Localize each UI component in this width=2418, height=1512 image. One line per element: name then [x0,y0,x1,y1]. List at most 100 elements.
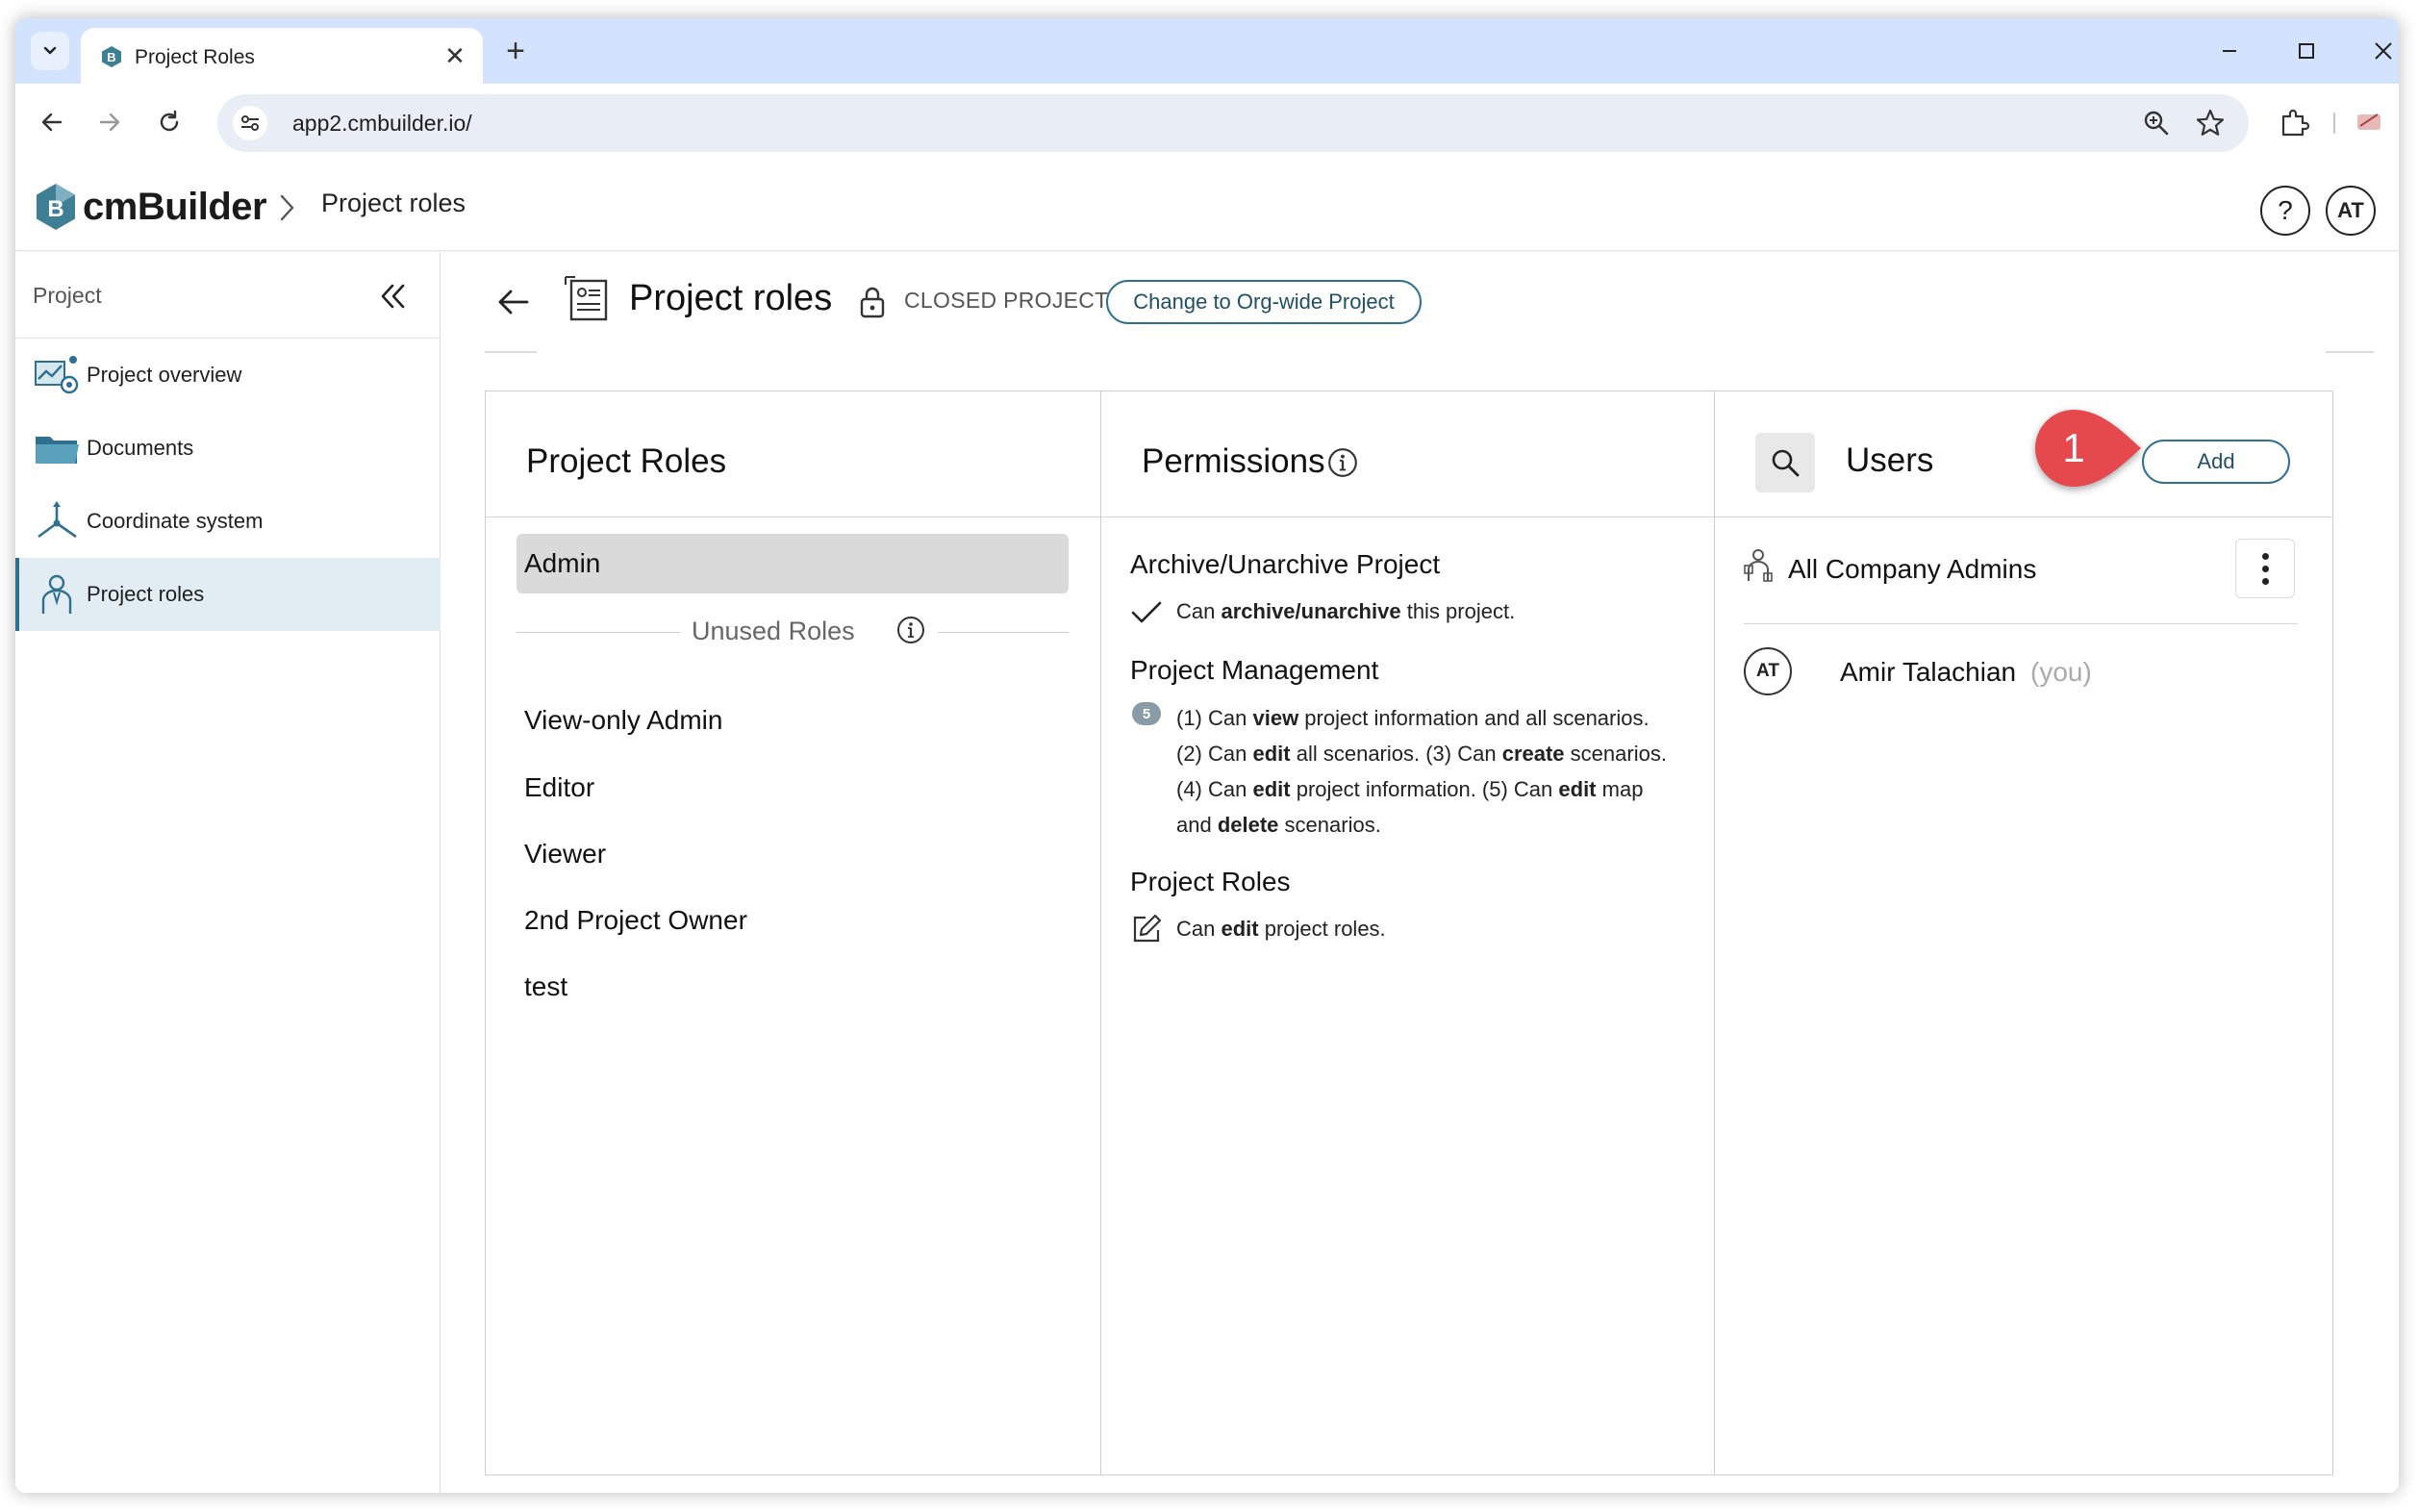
role-item-selected[interactable]: Admin [516,534,1069,593]
reload-icon [160,110,179,132]
permission-line: (2) Can edit all scenarios. (3) Can crea… [1176,742,1667,766]
permissions-panel: Permissions Archive/Unarchive Project Ca… [1101,391,1715,1474]
panel-header: Project Roles [486,391,1100,517]
extension-icon[interactable] [2355,107,2383,136]
person-badge-icon [41,574,72,614]
browser-window: B Project Roles ✕ + app2.cmbuilder.io/ B… [15,18,2399,1493]
address-bar[interactable]: app2.cmbuilder.io/ [217,94,2249,152]
maximize-button[interactable] [2283,32,2330,70]
zoom-icon[interactable] [2141,108,2172,139]
tab-close-icon[interactable]: ✕ [441,41,469,70]
step-marker: 1 [2033,408,2145,489]
reload-button[interactable] [150,103,189,141]
panels-container: Project Roles Admin Unused Roles View-on… [485,391,2333,1475]
tab-search-button[interactable] [31,32,69,70]
lock-icon [860,287,885,318]
user-group-name: All Company Admins [1788,554,2037,584]
toolbar-separator [2333,113,2335,134]
user-search-button[interactable] [1755,433,1815,492]
maximize-icon [2299,43,2314,59]
cmbuilder-favicon-icon: B [102,46,121,67]
search-icon [1772,449,1800,477]
header-divider [485,351,537,353]
user-group-row[interactable]: All Company Admins [1744,533,2302,602]
divider-line [516,632,680,633]
sidebar-item-documents[interactable]: Documents [15,412,441,485]
url-text[interactable]: app2.cmbuilder.io/ [292,111,472,137]
sidebar-item-label: Documents [87,436,194,460]
back-button[interactable] [33,103,71,141]
browser-tab[interactable]: B Project Roles ✕ [81,28,483,84]
step-number: 1 [2062,425,2085,470]
change-to-org-wide-button[interactable]: Change to Org-wide Project [1106,280,1422,324]
panel-header: Users Add [1715,391,2332,517]
double-chevron-left-icon[interactable] [375,279,410,314]
divider-line [938,632,1069,633]
arrow-right-icon [99,113,120,132]
sidebar-header: Project [15,252,440,339]
roles-document-icon [565,276,608,321]
breadcrumb: Project roles [321,189,466,217]
brand-name: cmBuilder [83,185,267,228]
permission-text: project roles. [1258,917,1386,941]
sidebar-item-project-overview[interactable]: Project overview [15,339,441,412]
role-item[interactable]: 2nd Project Owner [524,905,747,936]
project-status-label: CLOSED PROJECT [904,288,1109,313]
info-icon[interactable] [1326,446,1359,479]
role-item[interactable]: test [524,971,567,1002]
company-admins-icon [1744,549,1773,582]
sidebar-item-coordinate-system[interactable]: Coordinate system [15,485,441,558]
user-row[interactable]: AT Amir Talachian (you) [1744,647,2302,701]
add-user-button[interactable]: Add [2142,440,2290,484]
help-button[interactable]: ? [2260,186,2310,236]
panel-title: Project Roles [526,442,727,480]
new-tab-button[interactable]: + [498,33,533,69]
extensions-puzzle-icon[interactable] [2278,105,2312,139]
minimize-button[interactable] [2206,32,2253,70]
cmbuilder-logo-icon: B [37,184,75,230]
user-avatar-button[interactable]: AT [2326,186,2376,236]
tune-icon [241,115,259,131]
sidebar-item-label: Coordinate system [87,509,264,533]
user-name: Amir Talachian [1840,657,2017,687]
unused-roles-divider: Unused Roles [516,613,1069,651]
user-self-tag: (you) [2030,657,2092,687]
more-options-button[interactable] [2235,539,2295,598]
panel-title: Users [1846,441,1934,479]
folder-icon [36,437,79,464]
users-panel: Users Add All Company Admins AT Amir Tal… [1715,391,2332,1474]
kebab-dot [2261,577,2269,585]
panel-title: Permissions [1142,442,1325,480]
site-info-button[interactable] [233,106,267,140]
sidebar: Project Project overview Documents Coord… [15,252,441,1493]
info-icon[interactable] [895,615,926,645]
back-arrow-icon[interactable] [494,283,533,321]
sidebar-item-project-roles[interactable]: Project roles [15,558,441,631]
svg-text:B: B [47,196,63,222]
panel-header: Permissions [1101,391,1714,517]
header-divider [2326,351,2374,353]
app-header: B cmBuilder Project roles ? AT [15,163,2399,251]
close-window-button[interactable] [2360,32,2399,70]
kebab-dot [2261,565,2269,572]
permission-line: and delete scenarios. [1176,813,1381,837]
permission-line: Can edit project roles. [1176,911,1386,946]
tab-strip: B Project Roles ✕ + [15,18,2399,84]
permission-line: (1) Can view project information and all… [1176,706,1650,730]
unused-roles-label: Unused Roles [692,617,855,645]
coordinate-axes-icon [38,501,77,539]
edit-pencil-icon [1133,914,1162,943]
role-item[interactable]: Viewer [524,839,606,869]
role-label: Admin [524,548,601,578]
divider [1744,623,2298,624]
bookmark-star-icon[interactable] [2195,108,2226,139]
permission-keyword: archive/unarchive [1221,599,1401,623]
cmbuilder-logo[interactable]: B cmBuilder [35,180,267,234]
browser-toolbar: app2.cmbuilder.io/ [15,84,2399,163]
role-item[interactable]: View-only Admin [524,705,722,736]
page-title: Project roles [629,278,833,318]
forward-button[interactable] [90,103,129,141]
role-item[interactable]: Editor [524,772,594,803]
permission-text: this project. [1400,599,1516,623]
permission-text: Can [1176,917,1222,941]
